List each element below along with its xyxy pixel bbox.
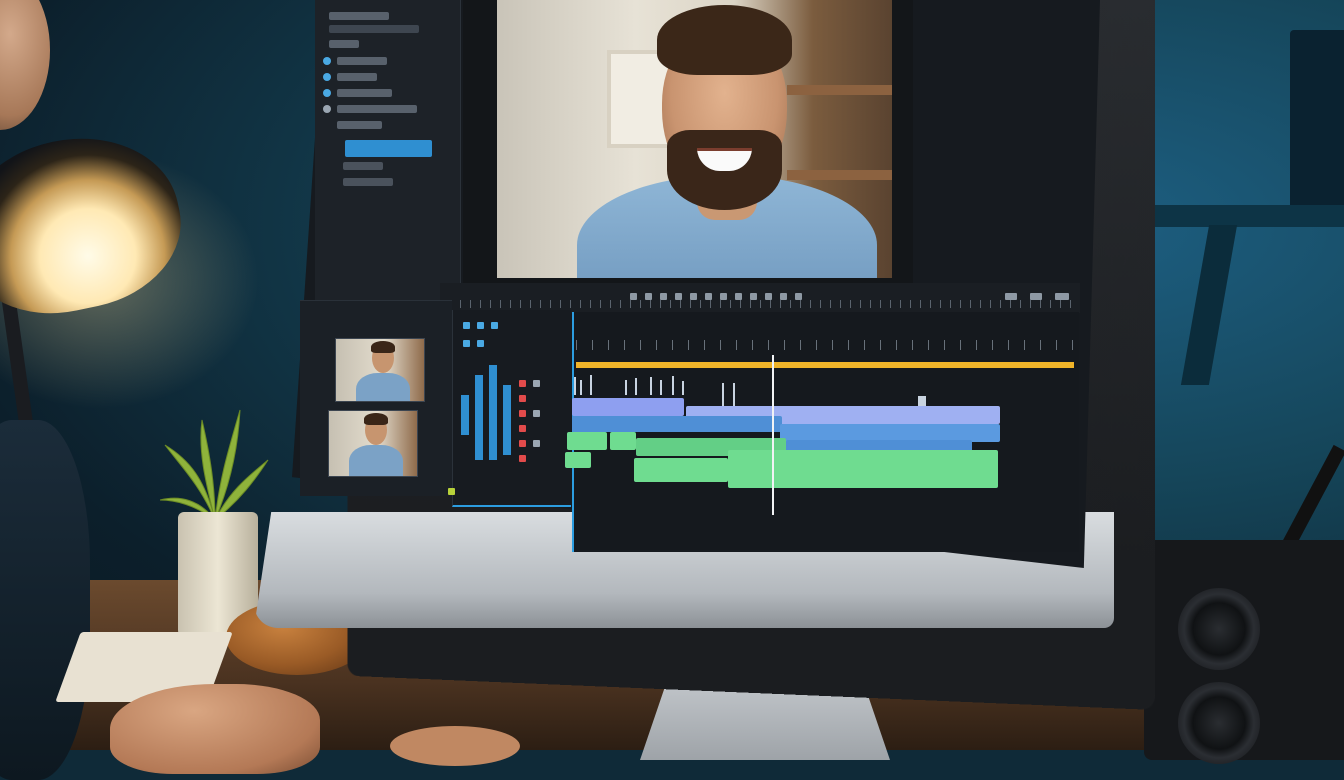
thumbnail-person-body bbox=[349, 445, 403, 476]
wall-frame bbox=[1290, 30, 1344, 210]
record-icon[interactable] bbox=[519, 380, 526, 387]
audio-waveform bbox=[574, 377, 576, 395]
control-button[interactable] bbox=[645, 293, 652, 300]
mute-icon[interactable] bbox=[533, 410, 540, 417]
timeline-clip[interactable] bbox=[610, 432, 636, 450]
audio-waveform bbox=[580, 380, 582, 395]
track-toggle-icon[interactable] bbox=[491, 322, 498, 329]
record-icon[interactable] bbox=[519, 455, 526, 462]
timeline-clip[interactable] bbox=[572, 398, 684, 416]
video-frame[interactable] bbox=[497, 0, 892, 278]
control-button[interactable] bbox=[705, 293, 712, 300]
timeline-clip[interactable] bbox=[634, 458, 728, 482]
item-icon bbox=[323, 73, 331, 81]
thumbnail-person-hair bbox=[364, 413, 388, 425]
item-icon bbox=[323, 89, 331, 97]
video-shelf bbox=[787, 85, 892, 95]
audio-waveform bbox=[660, 380, 662, 395]
control-button[interactable] bbox=[750, 293, 757, 300]
control-button[interactable] bbox=[660, 293, 667, 300]
timeline-clip[interactable] bbox=[572, 416, 782, 432]
panel-row bbox=[329, 25, 419, 33]
thumbnail-person-hair bbox=[371, 341, 395, 353]
audio-waveform bbox=[722, 383, 724, 407]
clip-thumbnail[interactable] bbox=[335, 338, 425, 402]
speaker-cone bbox=[1178, 588, 1260, 670]
audio-waveform bbox=[650, 377, 652, 395]
audio-waveform bbox=[733, 383, 735, 407]
control-button[interactable] bbox=[765, 293, 772, 300]
timeline-clip[interactable] bbox=[567, 432, 607, 450]
timeline-ruler[interactable] bbox=[576, 340, 1076, 350]
video-shelf bbox=[787, 170, 892, 180]
audio-meter bbox=[489, 365, 497, 460]
person-shoulder bbox=[0, 420, 90, 780]
control-button[interactable] bbox=[795, 293, 802, 300]
control-button[interactable] bbox=[780, 293, 787, 300]
work-area-bar[interactable] bbox=[576, 362, 1074, 368]
timeline-clip[interactable] bbox=[565, 452, 591, 468]
audio-meter bbox=[461, 395, 469, 435]
record-icon[interactable] bbox=[519, 425, 526, 432]
audio-meter bbox=[503, 385, 511, 455]
track-toggle-icon[interactable] bbox=[463, 322, 470, 329]
wall-shelf bbox=[1150, 205, 1344, 227]
control-button[interactable] bbox=[690, 293, 697, 300]
panel-row bbox=[329, 12, 389, 20]
mute-icon[interactable] bbox=[533, 440, 540, 447]
control-button[interactable] bbox=[735, 293, 742, 300]
panel-row[interactable] bbox=[337, 89, 392, 97]
track-toggle-icon[interactable] bbox=[477, 340, 484, 347]
track-toggle-icon[interactable] bbox=[463, 340, 470, 347]
record-icon[interactable] bbox=[519, 440, 526, 447]
clip-thumbnail[interactable] bbox=[328, 410, 418, 477]
panel-row[interactable] bbox=[337, 73, 377, 81]
item-icon bbox=[323, 105, 331, 113]
panel-row[interactable] bbox=[343, 178, 393, 186]
track-headers bbox=[448, 310, 571, 507]
panel-row[interactable] bbox=[337, 57, 387, 65]
playhead[interactable] bbox=[772, 355, 774, 515]
control-button[interactable] bbox=[675, 293, 682, 300]
panel-row[interactable] bbox=[337, 105, 417, 113]
control-button[interactable] bbox=[630, 293, 637, 300]
record-icon[interactable] bbox=[519, 395, 526, 402]
audio-waveform bbox=[635, 378, 637, 395]
control-button[interactable] bbox=[1030, 293, 1042, 300]
audio-meter bbox=[475, 375, 483, 460]
speaker-cone-lower bbox=[1178, 682, 1260, 764]
viewer-ruler bbox=[440, 300, 1080, 308]
control-button[interactable] bbox=[1005, 293, 1017, 300]
audio-waveform bbox=[672, 376, 674, 395]
playback-controls bbox=[440, 283, 1080, 313]
selected-item[interactable] bbox=[345, 140, 432, 157]
record-icon[interactable] bbox=[519, 410, 526, 417]
audio-waveform bbox=[590, 375, 592, 395]
panel-row[interactable] bbox=[343, 162, 383, 170]
thumbnail-person-body bbox=[356, 373, 410, 401]
timeline-clip[interactable] bbox=[728, 450, 998, 488]
panel-row[interactable] bbox=[337, 121, 382, 129]
video-person-hair bbox=[657, 5, 792, 75]
plant-leaves bbox=[160, 409, 269, 521]
panel-row bbox=[329, 40, 359, 48]
person-hand bbox=[110, 684, 320, 774]
track-toggle-icon[interactable] bbox=[477, 322, 484, 329]
audio-waveform bbox=[682, 381, 684, 395]
mute-icon[interactable] bbox=[533, 380, 540, 387]
control-button[interactable] bbox=[1055, 293, 1069, 300]
control-button[interactable] bbox=[720, 293, 727, 300]
marker-icon[interactable] bbox=[448, 488, 455, 495]
item-icon bbox=[323, 57, 331, 65]
audio-waveform bbox=[625, 380, 627, 395]
person-hand-right bbox=[390, 726, 520, 766]
